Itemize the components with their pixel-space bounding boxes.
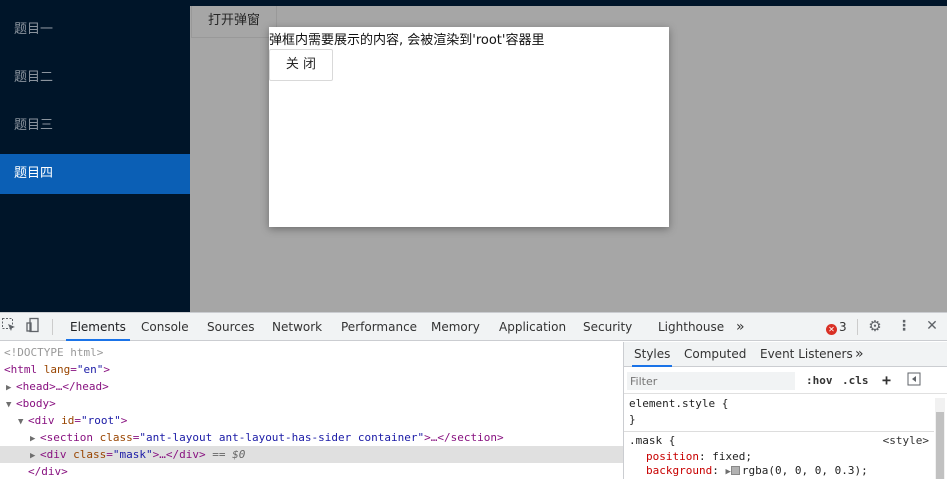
tab-network[interactable]: Network	[272, 313, 322, 341]
open-modal-button[interactable]: 打开弹窗	[191, 6, 277, 38]
modal: 弹框内需要展示的内容, 会被渲染到'root'容器里 关 闭	[269, 27, 669, 227]
error-count-badge[interactable]: ✕ 3	[826, 320, 847, 335]
color-swatch[interactable]	[730, 466, 740, 475]
tab-sources[interactable]: Sources	[207, 313, 254, 341]
app-viewport: 题目一 题目二 题目三 题目四 打开弹窗 弹框内需要展示的内容, 会被渲染到'r…	[0, 0, 947, 312]
dom-head[interactable]: ▶ <head>…</head>	[0, 378, 623, 395]
tab-lighthouse[interactable]: Lighthouse	[658, 313, 724, 341]
tab-security[interactable]: Security	[583, 313, 632, 341]
sidebar-item-3[interactable]: 题目三	[0, 106, 190, 146]
devtools-panel: Elements Console Sources Network Perform…	[0, 312, 947, 479]
devtools-toolbar: Elements Console Sources Network Perform…	[0, 313, 947, 341]
hover-state-toggle[interactable]: :hov	[806, 374, 833, 387]
close-modal-button[interactable]: 关 闭	[269, 49, 333, 81]
tab-styles[interactable]: Styles	[632, 342, 673, 367]
settings-icon[interactable]: ⚙	[866, 317, 884, 335]
dom-body[interactable]: ▼ <body>	[0, 395, 623, 412]
styles-scrollbar[interactable]	[935, 398, 945, 479]
sidebar-item-2[interactable]: 题目二	[0, 58, 190, 98]
styles-pane: Styles Computed Event Listeners » :hov .…	[623, 342, 947, 479]
toggle-sidebar-icon[interactable]	[907, 372, 921, 389]
tab-performance[interactable]: Performance	[341, 313, 417, 341]
header-bar	[190, 0, 947, 6]
new-rule-icon[interactable]: +	[882, 371, 891, 389]
element-style-close: }	[629, 413, 636, 426]
filter-input[interactable]	[627, 372, 795, 390]
element-style-selector[interactable]: element.style {	[629, 397, 728, 410]
css-declaration-background[interactable]: background: ▶ rgba(0, 0, 0, 0.3);	[646, 464, 868, 477]
dom-doctype[interactable]: <!DOCTYPE html>	[0, 344, 623, 361]
error-count: 3	[839, 320, 847, 334]
styles-tabs: Styles Computed Event Listeners »	[624, 342, 947, 367]
close-icon[interactable]: ✕	[923, 317, 941, 335]
dom-root-close[interactable]: </div>	[0, 463, 623, 479]
rule-source-link[interactable]: <style>	[883, 434, 929, 447]
css-declaration-position[interactable]: position: fixed;	[646, 450, 752, 463]
sidebar-item-4[interactable]: 题目四	[0, 154, 190, 194]
dom-mask-div[interactable]: ▶ <div class="mask">…</div> == $0	[0, 446, 623, 463]
more-tabs-icon[interactable]: »	[855, 342, 864, 367]
tab-event-listeners[interactable]: Event Listeners	[760, 342, 853, 367]
filter-row: :hov .cls +	[624, 368, 947, 394]
tab-computed[interactable]: Computed	[684, 342, 746, 367]
tab-elements[interactable]: Elements	[66, 313, 130, 341]
scrollbar-thumb[interactable]	[936, 412, 944, 479]
dom-html[interactable]: <html lang="en">	[0, 361, 623, 378]
rule-divider	[624, 431, 934, 432]
inspect-icon[interactable]	[0, 317, 18, 335]
device-toolbar-icon[interactable]	[24, 317, 42, 335]
error-icon: ✕	[826, 324, 837, 335]
dom-root-div[interactable]: ▼ <div id="root">	[0, 412, 623, 429]
sidebar: 题目一 题目二 题目三 题目四	[0, 0, 190, 312]
more-vertical-icon[interactable]: ⋮	[895, 317, 913, 335]
tab-memory[interactable]: Memory	[431, 313, 480, 341]
more-tabs-icon[interactable]: »	[736, 313, 745, 341]
sidebar-item-1[interactable]: 题目一	[0, 10, 190, 50]
mask-rule-selector[interactable]: .mask {	[629, 434, 675, 447]
modal-content-text: 弹框内需要展示的内容, 会被渲染到'root'容器里	[269, 33, 545, 48]
toolbar-divider	[857, 319, 858, 335]
elements-tree: <!DOCTYPE html> <html lang="en"> ▶ <head>…	[0, 342, 623, 479]
class-toggle[interactable]: .cls	[842, 374, 869, 387]
tab-console[interactable]: Console	[141, 313, 189, 341]
toolbar-divider	[52, 319, 53, 335]
tab-application[interactable]: Application	[499, 313, 566, 341]
dom-section[interactable]: ▶ <section class="ant-layout ant-layout-h…	[0, 429, 623, 446]
